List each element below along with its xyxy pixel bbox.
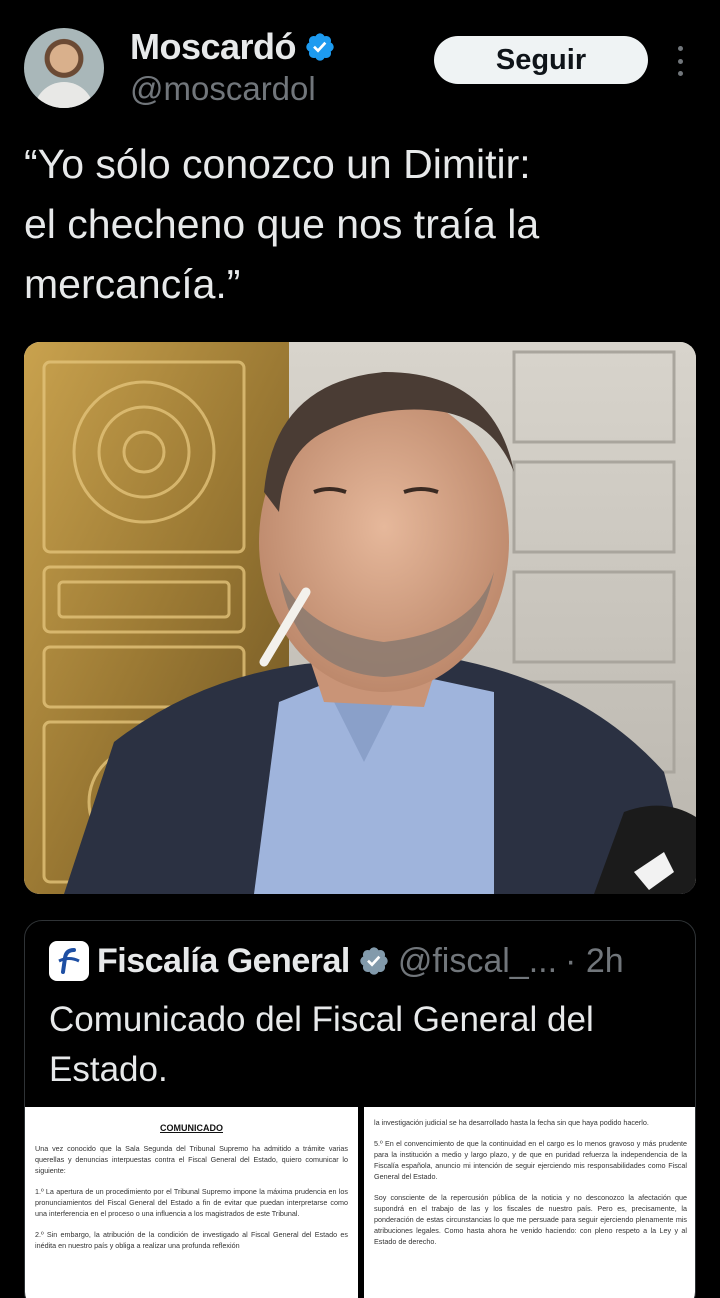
document-paragraph: 1.º La apertura de un procedimiento por … [35,1187,348,1218]
tweet-text: “Yo sólo conozco un Dimitir: el checheno… [24,141,540,307]
quoted-tweet-header: Fiscalía General @fiscal_... · 2h [49,941,624,981]
quoted-author-handle: @fiscal_... [397,941,558,980]
photo-image [24,342,696,894]
author-name[interactable]: Moscardó [130,26,297,68]
quoted-tweet[interactable]: Fiscalía General @fiscal_... · 2h Comuni… [24,920,696,1298]
follow-button[interactable]: Seguir [434,36,648,84]
author-name-row: Moscardó [130,26,336,68]
document-title: COMUNICADO [160,1123,223,1133]
document-paragraph: 2.º Sin embargo, la atribución de la con… [35,1230,348,1250]
tweet-photo[interactable] [24,342,696,894]
document-paragraph: la investigación judicial se ha desarrol… [374,1118,649,1127]
document-paragraph: Soy consciente de la repercusión pública… [374,1193,687,1246]
gray-verified-badge-icon [360,947,388,975]
quoted-tweet-documents[interactable]: COMUNICADO Una vez conocido que la Sala … [25,1107,695,1298]
document-page-2[interactable]: la investigación judicial se ha desarrol… [364,1107,695,1298]
document-paragraph: Una vez conocido que la Sala Segunda del… [35,1144,348,1175]
tweet-header: Moscardó @moscardol Seguir [24,26,696,108]
document-paragraph: 5.º En el convencimiento de que la conti… [374,1139,687,1181]
verified-badge-icon [306,33,334,61]
quoted-author-name: Fiscalía General [97,941,350,980]
fiscalia-logo-icon [49,941,89,981]
author-avatar[interactable] [24,28,104,108]
quoted-tweet-text: Comunicado del Fiscal General del Estado… [49,1000,594,1089]
more-options-icon[interactable] [672,46,688,76]
quoted-tweet-time: · 2h [565,941,624,980]
author-handle[interactable]: @moscardol [130,70,316,108]
document-page-1[interactable]: COMUNICADO Una vez conocido que la Sala … [25,1107,358,1298]
